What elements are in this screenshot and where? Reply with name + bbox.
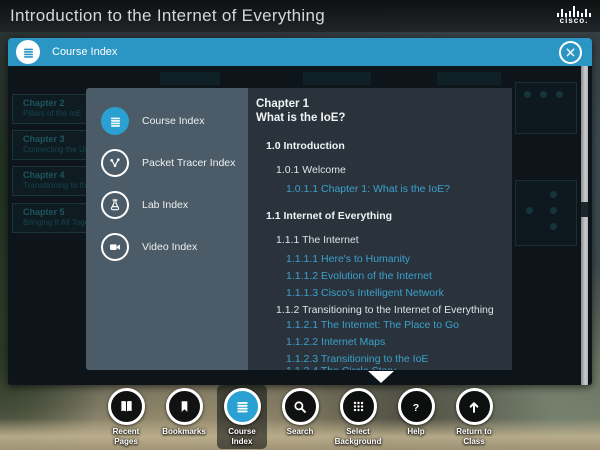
- modal-title: Course Index: [52, 46, 117, 58]
- dimmed-tab: [437, 72, 501, 85]
- book-icon: [108, 388, 145, 425]
- up-arrow-icon: [456, 388, 493, 425]
- modal-header: Course Index: [8, 38, 592, 66]
- bottom-dock: Recent Pages Bookmarks Course Index: [101, 385, 499, 449]
- index-sidebar: Course Index Packet Tracer In: [86, 88, 248, 370]
- chapter-number: Chapter 1: [256, 97, 512, 111]
- outline-link[interactable]: 1.1.2.3 Transitioning to the IoE: [248, 354, 512, 365]
- scrollbar-thumb[interactable]: [581, 202, 588, 217]
- outline-link[interactable]: 1.1.1.3 Cisco's Intelligent Network: [248, 288, 512, 299]
- sidebar-item-video-index[interactable]: Video Index: [86, 226, 248, 268]
- cisco-logo: cisco.: [557, 6, 591, 26]
- outline-section: 1.1 Internet of Everything: [248, 211, 512, 222]
- sidebar-item-course-index[interactable]: Course Index: [86, 100, 248, 142]
- dock-label: Select Background: [333, 427, 383, 447]
- scroll-down-indicator[interactable]: [368, 371, 394, 383]
- outline-link[interactable]: 1.1.1.2 Evolution of the Internet: [248, 271, 512, 282]
- list-icon: [224, 388, 261, 425]
- chapter-name: What is the IoE?: [256, 111, 512, 125]
- outline-topic: 1.1.2 Transitioning to the Internet of E…: [248, 305, 512, 316]
- dock-label: Help: [407, 427, 424, 437]
- search-icon: [282, 388, 319, 425]
- dimmed-tab: [303, 72, 371, 85]
- outline-link[interactable]: 1.1.1.1 Here's to Humanity: [248, 254, 512, 265]
- dimmed-tab: [160, 72, 220, 85]
- chapter-outline-panel: Chapter 1 What is the IoE? 1.0 Introduct…: [248, 88, 512, 370]
- dock-label: Bookmarks: [162, 427, 206, 437]
- dock-item-bookmarks[interactable]: Bookmarks: [159, 385, 209, 439]
- dock-label: Recent Pages: [101, 427, 151, 447]
- course-index-modal: Course Index Chapter 2 Pillars of the Io…: [8, 38, 592, 385]
- outline-section: 1.0 Introduction: [248, 141, 512, 152]
- sidebar-item-label: Course Index: [142, 115, 204, 127]
- dock-item-select-background[interactable]: Select Background: [333, 385, 383, 449]
- menu-list-icon[interactable]: [16, 40, 40, 64]
- titlebar: Introduction to the Internet of Everythi…: [0, 0, 600, 32]
- sidebar-item-lab-index[interactable]: Lab Index: [86, 184, 248, 226]
- chapter-heading: Chapter 1 What is the IoE?: [248, 88, 512, 125]
- flask-icon: [101, 191, 129, 219]
- dock-label: Search: [287, 427, 314, 437]
- outline-link[interactable]: 1.1.2.1 The Internet: The Place to Go: [248, 320, 512, 331]
- dock-item-return-to-class[interactable]: Return to Class: [449, 385, 499, 449]
- dock-item-recent-pages[interactable]: Recent Pages: [101, 385, 151, 449]
- sidebar-item-label: Video Index: [142, 241, 197, 253]
- network-icon: [101, 149, 129, 177]
- scrollbar-track[interactable]: [581, 66, 588, 385]
- close-icon[interactable]: [559, 41, 582, 64]
- question-icon: ?: [398, 388, 435, 425]
- outline-link[interactable]: 1.1.2.2 Internet Maps: [248, 337, 512, 348]
- sidebar-item-label: Packet Tracer Index: [142, 157, 235, 169]
- outline-topic: 1.0.1 Welcome: [248, 165, 512, 176]
- dock-label: Return to Class: [449, 427, 499, 447]
- dimmed-icon-box: [515, 180, 577, 246]
- sidebar-item-packet-tracer-index[interactable]: Packet Tracer Index: [86, 142, 248, 184]
- dimmed-icon-box: [515, 82, 577, 134]
- dock-item-help[interactable]: ? Help: [391, 385, 441, 439]
- outline-link[interactable]: 1.1.2.4 The Circle Story: [248, 366, 512, 370]
- dock-item-course-index[interactable]: Course Index: [217, 385, 267, 449]
- dock-label: Course Index: [217, 427, 267, 447]
- modal-body: Chapter 2 Pillars of the IoE Chapter 3 C…: [8, 66, 592, 385]
- grid-icon: [340, 388, 377, 425]
- app-window: Introduction to the Internet of Everythi…: [0, 0, 600, 450]
- cisco-wordmark: cisco.: [560, 17, 589, 26]
- list-icon: [101, 107, 129, 135]
- bookmark-icon: [166, 388, 203, 425]
- sidebar-item-label: Lab Index: [142, 199, 188, 211]
- outline-link[interactable]: 1.0.1.1 Chapter 1: What is the IoE?: [248, 184, 512, 195]
- svg-text:?: ?: [413, 401, 419, 413]
- dock-item-search[interactable]: Search: [275, 385, 325, 439]
- course-title: Introduction to the Internet of Everythi…: [0, 6, 325, 26]
- outline-topic: 1.1.1 The Internet: [248, 235, 512, 246]
- video-camera-icon: [101, 233, 129, 261]
